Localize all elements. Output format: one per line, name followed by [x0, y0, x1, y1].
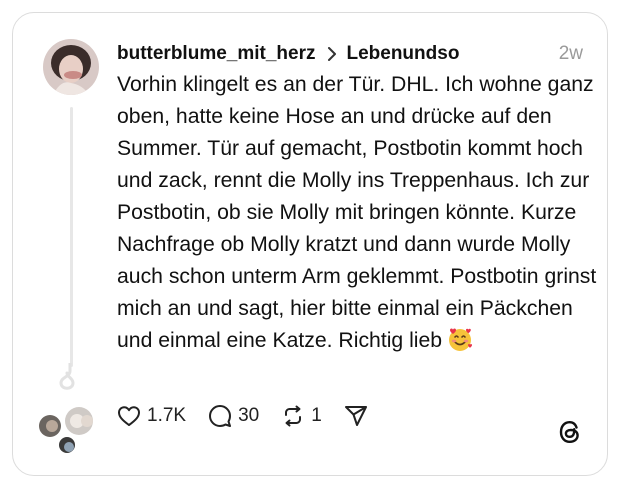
share-button[interactable]: [344, 404, 368, 428]
reply-avatar: [37, 413, 63, 439]
share-icon: [344, 404, 368, 428]
avatar[interactable]: [43, 39, 99, 95]
timestamp: 2w: [558, 43, 583, 64]
comment-icon: [208, 404, 232, 428]
repost-count: 1: [311, 405, 322, 426]
smiling-face-with-hearts-icon: [446, 326, 474, 362]
community-name[interactable]: Lebenundso: [346, 43, 459, 65]
heart-icon: [117, 405, 141, 427]
threads-logo-icon[interactable]: [557, 419, 583, 445]
post-text: Vorhin klingelt es an der Tür. DHL. Ich …: [117, 69, 597, 362]
reply-avatar: [57, 435, 77, 455]
reply-avatar: [63, 405, 95, 437]
username[interactable]: butterblume_mit_herz: [117, 43, 315, 65]
repost-button[interactable]: 1: [281, 404, 322, 428]
like-count: 1.7K: [147, 405, 187, 426]
comment-count: 30: [238, 405, 260, 426]
post-card: butterblume_mit_herz Lebenundso 2w Vorhi…: [12, 12, 608, 476]
thread-loop-icon: [59, 363, 75, 390]
repost-icon: [281, 404, 305, 428]
chevron-right-icon: [327, 47, 337, 61]
thread-line: [70, 107, 73, 367]
comment-button[interactable]: 30: [208, 404, 259, 428]
reply-avatars[interactable]: [37, 405, 101, 455]
action-bar: 1.7K 30 1: [117, 401, 390, 431]
post-header: butterblume_mit_herz Lebenundso 2w: [117, 41, 583, 67]
like-button[interactable]: 1.7K: [117, 405, 186, 427]
post-text-content: Vorhin klingelt es an der Tür. DHL. Ich …: [117, 73, 597, 352]
